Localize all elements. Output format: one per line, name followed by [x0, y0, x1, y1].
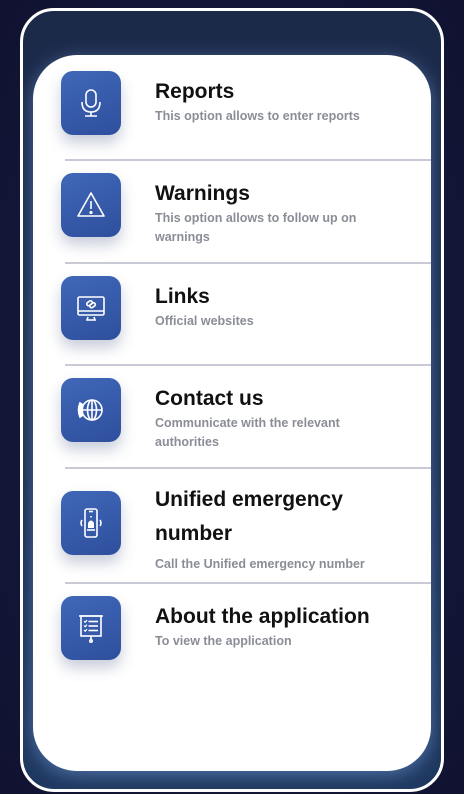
menu-item-unified-emergency-number[interactable]: Unified emergency number Call the Unifie… — [33, 469, 431, 584]
menu-item-subtitle: This option allows to enter reports — [155, 109, 360, 123]
menu-item-warnings[interactable]: Warnings This option allows to follow up… — [33, 161, 431, 264]
menu-item-reports[interactable]: Reports This option allows to enter repo… — [33, 59, 431, 161]
phone-frame: Reports This option allows to enter repo… — [20, 8, 444, 792]
emergency-phone-icon — [61, 491, 121, 555]
menu-item-title: About the application — [155, 605, 370, 628]
globe-phone-icon — [61, 378, 121, 442]
menu-item-title: Warnings — [155, 182, 250, 205]
presentation-board-icon — [61, 596, 121, 660]
menu-item-title: Reports — [155, 80, 235, 103]
menu-item-subtitle: Communicate with the relevant authoritie… — [155, 416, 340, 449]
menu-item-contact-us[interactable]: Contact us Communicate with the relevant… — [33, 366, 431, 469]
menu-list: Reports This option allows to enter repo… — [33, 59, 431, 684]
menu-item-title: Contact us — [155, 387, 264, 410]
menu-item-subtitle: This option allows to follow up on warni… — [155, 211, 357, 244]
microphone-icon — [61, 71, 121, 135]
menu-card: Reports This option allows to enter repo… — [33, 55, 431, 771]
link-monitor-icon — [61, 276, 121, 340]
menu-item-links[interactable]: Links Official websites — [33, 264, 431, 366]
menu-item-subtitle: Call the Unified emergency number — [155, 557, 365, 571]
menu-item-subtitle: Official websites — [155, 314, 254, 328]
warning-triangle-icon — [61, 173, 121, 237]
menu-item-title: Unified emergency number — [155, 488, 343, 545]
menu-item-about-the-application[interactable]: About the application To view the applic… — [33, 584, 431, 684]
menu-item-title: Links — [155, 285, 210, 308]
menu-item-subtitle: To view the application — [155, 634, 292, 648]
